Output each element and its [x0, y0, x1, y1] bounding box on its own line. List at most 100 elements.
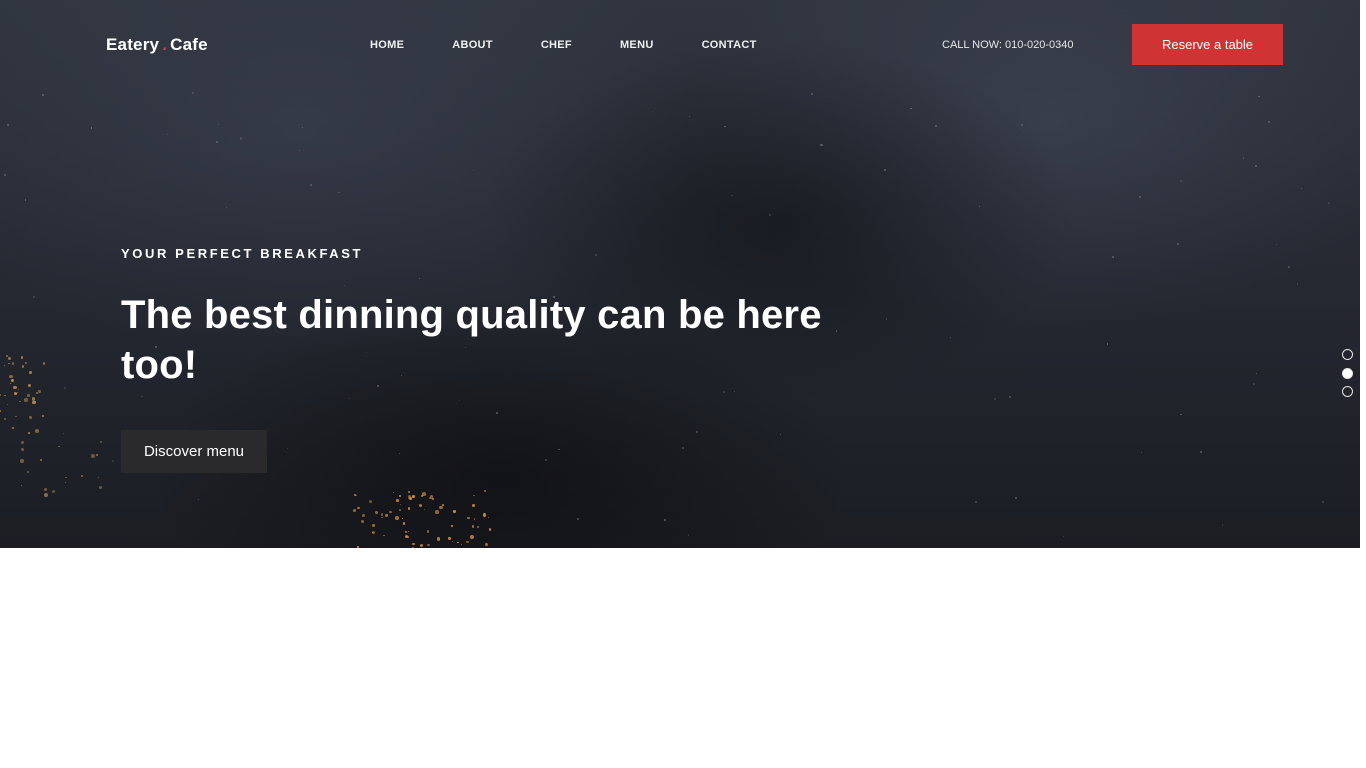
texture-speck — [299, 150, 301, 152]
spice-speck — [466, 540, 469, 544]
spice-speck — [0, 409, 1, 413]
slider-dot-3[interactable] — [1342, 386, 1353, 397]
spice-speck — [57, 445, 60, 448]
main-menu: HOME ABOUT CHEF MENU CONTACT — [370, 39, 805, 51]
spice-speck — [25, 362, 28, 365]
spice-speck — [457, 541, 460, 544]
spice-speck — [399, 494, 402, 497]
texture-speck — [1018, 128, 1020, 130]
spice-speck — [357, 546, 359, 548]
spice-speck — [13, 385, 17, 390]
spice-speck — [8, 363, 10, 365]
spice-speck — [11, 427, 14, 430]
texture-speck — [733, 391, 735, 393]
spice-speck — [38, 390, 41, 393]
spice-speck — [471, 503, 475, 507]
texture-speck — [33, 296, 36, 299]
slider-dot-1[interactable] — [1342, 349, 1353, 360]
discover-menu-button[interactable]: Discover menu — [121, 430, 267, 473]
spice-speck — [396, 499, 399, 502]
spice-speck — [9, 382, 11, 384]
texture-speck — [978, 205, 981, 208]
spice-speck — [21, 364, 25, 368]
spice-speck — [395, 516, 400, 521]
slider-dot-2[interactable] — [1342, 367, 1353, 379]
spice-speck — [15, 415, 17, 417]
spice-speck — [9, 374, 13, 379]
spice-speck — [95, 454, 98, 457]
spice-speck — [483, 490, 486, 493]
texture-speck — [459, 400, 461, 402]
spice-speck — [357, 506, 360, 510]
spice-speck — [418, 503, 423, 507]
spice-speck — [24, 398, 28, 402]
texture-speck — [884, 169, 886, 172]
brand-logo[interactable]: Eatery. Cafe — [106, 35, 208, 55]
texture-speck — [398, 452, 401, 455]
nav-contact[interactable]: CONTACT — [702, 39, 757, 51]
texture-speck — [1275, 244, 1277, 246]
spice-speck — [385, 514, 388, 517]
spice-speck — [419, 544, 423, 548]
texture-speck — [1179, 179, 1182, 182]
nav-about[interactable]: ABOUT — [452, 39, 493, 51]
spice-speck — [10, 378, 14, 382]
spice-speck — [402, 522, 406, 525]
spice-speck — [383, 534, 385, 537]
spice-speck — [451, 525, 453, 527]
spice-speck — [360, 519, 364, 523]
texture-speck — [1063, 535, 1064, 537]
hero-section: Eatery. Cafe HOME ABOUT CHEF MENU CONTACT… — [0, 0, 1360, 548]
texture-speck — [558, 448, 560, 451]
texture-speck — [1257, 95, 1260, 98]
spice-speck — [411, 495, 415, 499]
spice-speck — [407, 507, 411, 510]
spice-speck — [422, 492, 426, 496]
texture-speck — [90, 127, 93, 129]
spice-speck — [20, 458, 24, 463]
spice-speck — [98, 485, 103, 490]
reserve-table-button[interactable]: Reserve a table — [1132, 24, 1283, 65]
spice-speck — [453, 510, 456, 513]
spice-speck — [399, 503, 401, 505]
texture-speck — [192, 92, 195, 94]
texture-speck — [1253, 383, 1255, 385]
spice-speck — [43, 487, 47, 491]
nav-home[interactable]: HOME — [370, 39, 404, 51]
texture-speck — [301, 126, 304, 129]
texture-speck — [338, 191, 340, 193]
spice-speck — [44, 492, 49, 497]
texture-speck — [723, 391, 725, 393]
spice-speck — [34, 429, 39, 434]
texture-speck — [950, 337, 952, 339]
spice-speck — [408, 490, 411, 493]
spice-speck — [448, 537, 451, 540]
texture-speck — [651, 110, 654, 112]
spice-speck — [487, 516, 490, 519]
texture-speck — [779, 434, 781, 436]
hero-headline: The best dinning quality can be here too… — [121, 293, 822, 387]
spice-speck — [7, 404, 9, 406]
texture-speck — [576, 517, 579, 521]
spice-speck — [39, 458, 43, 461]
texture-speck — [1138, 196, 1141, 198]
spice-speck — [436, 537, 441, 542]
spice-speck — [65, 482, 67, 484]
nav-menu[interactable]: MENU — [620, 39, 654, 51]
navbar: Eatery. Cafe HOME ABOUT CHEF MENU CONTACT… — [0, 0, 1360, 90]
texture-speck — [226, 206, 228, 208]
texture-speck — [1014, 496, 1017, 499]
spice-speck — [477, 525, 479, 528]
texture-speck — [975, 501, 978, 504]
texture-speck — [197, 498, 200, 501]
spice-speck — [392, 491, 395, 494]
spice-speck — [21, 447, 25, 451]
texture-speck — [63, 387, 66, 390]
spice-speck — [27, 394, 30, 398]
texture-speck — [731, 194, 733, 197]
nav-chef[interactable]: CHEF — [541, 39, 572, 51]
spice-speck — [353, 509, 357, 513]
texture-speck — [6, 124, 10, 127]
spice-speck — [467, 517, 470, 520]
spice-speck — [451, 541, 454, 543]
